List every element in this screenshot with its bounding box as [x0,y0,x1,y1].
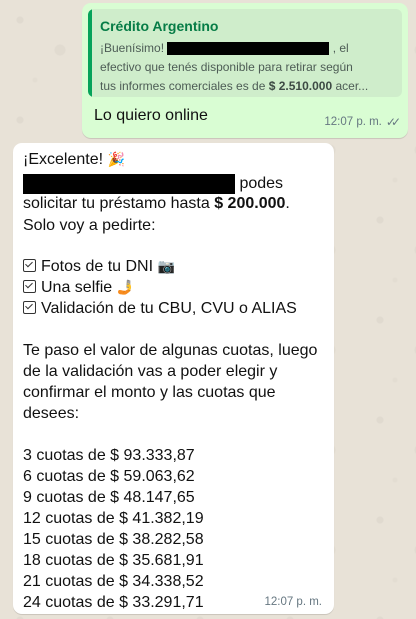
checkbox-icon [23,259,36,272]
requirement-item: Fotos de tu DNI 📷 [23,258,175,276]
requirement-item: Una selfie 🤳 [23,279,134,297]
checkbox-icon [23,301,36,314]
paragraph-line: desees: [23,405,80,422]
quoted-text-line-3: tus informes comerciales es de $ 2.510.0… [100,79,369,93]
party-popper-icon: 🎉 [107,152,125,168]
installment-line: 6 cuotas de $ 59.063,62 [23,468,195,485]
installment-line: 15 cuotas de $ 38.282,58 [23,531,204,548]
installment-line: 21 cuotas de $ 34.338,52 [23,573,204,590]
installment-line: 24 cuotas de $ 33.291,71 [23,594,204,611]
paragraph-line: confirmar el monto y las cuotas que [23,384,276,401]
message-line-3: solicitar tu préstamo hasta $ 200.000. [23,195,290,212]
outgoing-message-bubble[interactable]: Crédito Argentino ¡Buenísimo! , el efect… [82,3,408,138]
installment-line: 12 cuotas de $ 41.382,19 [23,510,204,527]
installment-line: 18 cuotas de $ 35.681,91 [23,552,204,569]
incoming-message-time: 12:07 p. m. [264,596,322,608]
quoted-message[interactable]: Crédito Argentino ¡Buenísimo! , el efect… [88,9,402,97]
outgoing-message-meta: 12:07 p. m. ✓✓ [324,115,401,129]
quoted-text-line-1: ¡Buenísimo! , el [100,41,349,56]
camera-icon: 📷 [157,259,175,275]
incoming-message-bubble[interactable]: ¡Excelente! 🎉 podes solicitar tu préstam… [13,143,334,614]
paragraph-line: de la validación vas a poder elegir y [23,363,278,380]
message-line-2: podes [23,174,283,194]
selfie-icon: 🤳 [116,280,135,296]
read-receipt-icon: ✓✓ [385,115,401,129]
outgoing-message-time: 12:07 p. m. [324,116,382,128]
redacted-block [23,174,235,194]
redacted-block [167,42,330,56]
quoted-sender-name: Crédito Argentino [100,18,219,34]
outgoing-message-text: Lo quiero online [94,107,208,124]
paragraph-line: Te paso el valor de algunas cuotas, lueg… [23,342,318,359]
greeting-line: ¡Excelente! 🎉 [23,151,125,168]
installment-line: 9 cuotas de $ 48.147,65 [23,489,195,506]
quoted-text-line-2: efectivo que tenés disponible para retir… [100,60,353,74]
message-line-4: Solo voy a pedirte: [23,217,156,234]
quote-accent-bar [88,9,92,97]
installment-line: 3 cuotas de $ 93.333,87 [23,447,195,464]
requirement-item: Validación de tu CBU, CVU o ALIAS [23,300,297,318]
checkbox-icon [23,280,36,293]
